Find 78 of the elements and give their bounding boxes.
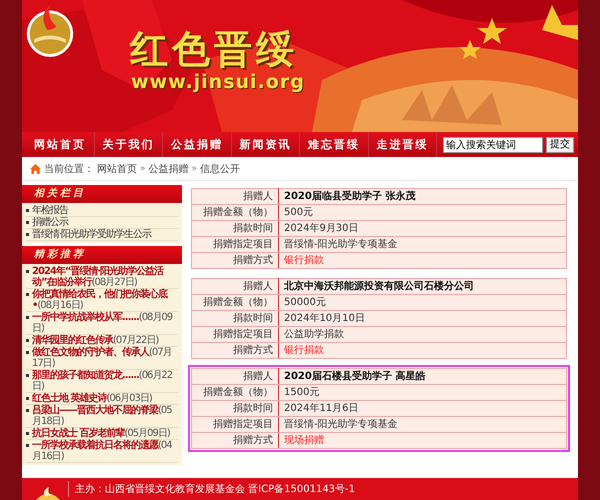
breadcrumb-link[interactable]: 信息公开 bbox=[200, 162, 240, 176]
field-value: 2024年9月30日 bbox=[278, 220, 566, 236]
field-value: 2020届石楼县受助学子 高星皓 bbox=[278, 368, 566, 384]
news-item[interactable]: 清华园里的红色传承(07月22日) bbox=[32, 335, 158, 346]
category-link[interactable]: 年检报告 bbox=[32, 205, 68, 216]
field-label: 捐赠方式 bbox=[192, 252, 278, 268]
breadcrumb-separator: » bbox=[192, 164, 198, 174]
bullet-icon bbox=[26, 209, 29, 212]
field-label: 捐赠方式 bbox=[192, 342, 278, 358]
bullet-icon bbox=[26, 432, 29, 435]
field-label: 捐赠金额（物） bbox=[192, 384, 278, 400]
field-label: 捐赠指定项目 bbox=[192, 236, 278, 252]
field-value: 银行捐款 bbox=[278, 252, 566, 268]
field-value: 晋绥情-阳光助学专项基金 bbox=[278, 236, 566, 252]
field-label: 捐赠人 bbox=[192, 278, 278, 294]
field-label: 捐赠人 bbox=[192, 368, 278, 384]
bullet-icon bbox=[26, 351, 29, 354]
location-label: 当前位置： bbox=[44, 162, 94, 176]
bullet-icon bbox=[26, 339, 29, 342]
news-item[interactable]: 吕梁山——晋西大地不屈的脊梁(05月18日) bbox=[32, 405, 178, 427]
field-label: 捐款时间 bbox=[192, 220, 278, 236]
bullet-icon bbox=[26, 316, 29, 319]
field-label: 捐赠指定项目 bbox=[192, 416, 278, 432]
news-item[interactable]: 一所中学抗战举校从军......(08月09日) bbox=[32, 312, 178, 334]
footer-text: 主办：山西省晋绥文化教育发展基金会 晋ICP备15001143号-1 bbox=[75, 482, 356, 496]
site-url: www.jinsui.org bbox=[131, 73, 305, 92]
news-item[interactable]: 那里的孩子都知道贺龙......(06月22日) bbox=[32, 370, 178, 392]
nav-link[interactable]: 关于我们 bbox=[94, 132, 163, 157]
field-label: 捐赠金额（物） bbox=[192, 204, 278, 220]
field-value: 50000元 bbox=[278, 294, 566, 310]
field-value: 晋绥情-阳光助学专项基金 bbox=[278, 416, 566, 432]
field-value: 1500元 bbox=[278, 384, 566, 400]
nav-link[interactable]: 新闻资讯 bbox=[232, 132, 300, 157]
bullet-icon bbox=[26, 270, 29, 273]
field-label: 捐赠人 bbox=[192, 188, 278, 204]
breadcrumb-separator: » bbox=[140, 164, 146, 174]
bullet-icon bbox=[26, 233, 29, 236]
field-value: 2024年10月10日 bbox=[278, 310, 566, 326]
nav-link[interactable]: 难忘晋绥 bbox=[300, 132, 368, 157]
field-value: 2020届临县受助学子 张永茂 bbox=[278, 188, 566, 204]
bullet-icon bbox=[26, 444, 29, 447]
news-item[interactable]: 你把真情给农民，他们把你装心底•(08月16日) bbox=[32, 289, 178, 311]
search-field[interactable]: 输入搜索关键词 bbox=[443, 136, 543, 152]
field-value: 北京中海沃邦能源投资有限公司石楼分公司 bbox=[278, 278, 566, 294]
field-label: 捐赠方式 bbox=[192, 432, 278, 448]
news-item[interactable]: 2024年“晋绥情·阳光助学公益活动”在临汾举行(08月27日) bbox=[32, 266, 178, 288]
logo-icon bbox=[34, 487, 62, 500]
news-item[interactable]: 做红色文物的守护者、传承人(07月17日) bbox=[32, 347, 178, 369]
bullet-icon bbox=[26, 409, 29, 412]
breadcrumb-link[interactable]: 公益捐赠 bbox=[148, 162, 189, 176]
nav-link[interactable]: 网站首页 bbox=[26, 132, 94, 157]
section-header: 精彩推荐 bbox=[22, 246, 182, 264]
field-value: 500元 bbox=[278, 204, 566, 220]
field-label: 捐赠金额（物） bbox=[192, 294, 278, 310]
nav-link[interactable]: 公益捐赠 bbox=[163, 132, 232, 157]
logo-icon bbox=[25, 2, 75, 58]
news-item[interactable]: 一所学校承载着抗日名将的遗愿(04月16日) bbox=[32, 440, 178, 462]
submit-button[interactable]: 提交 bbox=[546, 136, 574, 152]
category-link[interactable]: 晋绥情·阳光助学受助学生公示 bbox=[32, 229, 152, 240]
nav-link[interactable]: 走进晋绥 bbox=[368, 132, 437, 157]
bullet-icon bbox=[26, 397, 29, 400]
bullet-icon bbox=[26, 293, 29, 296]
field-value: 2024年11月6日 bbox=[278, 400, 566, 416]
field-value: 银行捐款 bbox=[278, 342, 566, 358]
section-header: 相关栏目 bbox=[22, 185, 182, 203]
site-title: 红色晋绥 bbox=[130, 30, 298, 68]
home-icon bbox=[30, 164, 41, 174]
field-label: 捐款时间 bbox=[192, 400, 278, 416]
breadcrumb-link[interactable]: 网站首页 bbox=[97, 162, 137, 176]
news-item[interactable]: 红色土地 英雄史诗(06月03日) bbox=[32, 393, 152, 404]
category-link[interactable]: 捐赠公示 bbox=[32, 217, 68, 228]
field-value: 现场捐赠 bbox=[278, 432, 566, 448]
field-label: 捐赠指定项目 bbox=[192, 326, 278, 342]
bullet-icon bbox=[26, 221, 29, 224]
bullet-icon bbox=[26, 374, 29, 377]
field-label: 捐款时间 bbox=[192, 310, 278, 326]
news-item[interactable]: 抗日女战士 百岁老前辈(05月09日) bbox=[32, 428, 170, 439]
field-value: 公益助学捐款 bbox=[278, 326, 566, 342]
